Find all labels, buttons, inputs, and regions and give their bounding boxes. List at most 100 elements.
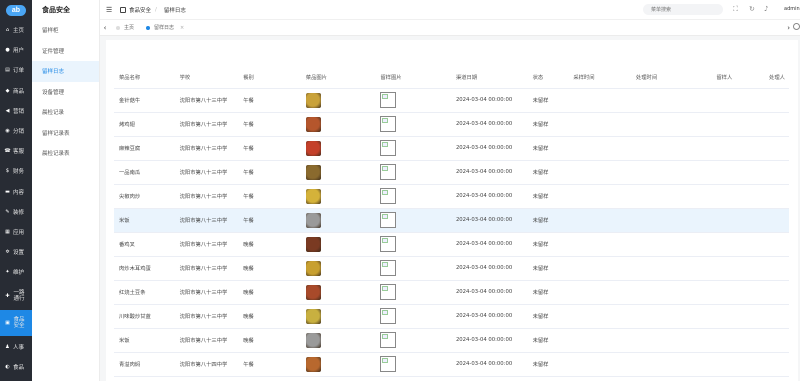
menu-search-input[interactable] — [643, 4, 723, 15]
tab-home[interactable]: 主页 — [110, 23, 140, 33]
nav-item-finance[interactable]: $ 财务 — [0, 161, 32, 181]
nav-item-apps[interactable]: ▦ 应用 — [0, 222, 32, 242]
status-cell: 未留样 — [527, 208, 569, 233]
dish-name-cell: 米饭 — [114, 328, 175, 353]
dish-thumbnail[interactable] — [305, 212, 321, 228]
subnav-item-morning-check[interactable]: 晨检记录 — [32, 102, 99, 123]
table-row[interactable]: 番鸡叉 沈阳市第八十三中学 晚餐 2024-03-04 00:00:00 未留样 — [114, 232, 789, 257]
table-row[interactable]: 川味酸炒甘蓝 沈阳市第八十三中学 晚餐 2024-03-04 00:00:00 未留样 — [114, 304, 789, 329]
broken-image-icon[interactable] — [380, 356, 397, 372]
close-icon[interactable]: × — [180, 25, 184, 31]
table-row[interactable]: 金针菇牛 沈阳市第八十三中学 午餐 2024-03-04 00:00:00 未留样 — [114, 88, 789, 113]
table-row[interactable]: 米饭 沈阳市第八十三中学 晚餐 2024-03-04 00:00:00 未留样 — [114, 328, 789, 353]
table-row[interactable]: 烤鸡翅 沈阳市第八十三中学 午餐 2024-03-04 00:00:00 未留样 — [114, 112, 789, 137]
dish-thumbnail[interactable] — [305, 140, 321, 156]
sample-image-cell — [375, 112, 451, 137]
tab-scroll-left-icon[interactable]: ‹ — [100, 24, 110, 32]
meal-cell: 晚餐 — [238, 256, 301, 281]
table-row[interactable]: 麻辣豆腐 沈阳市第八十三中学 午餐 2024-03-04 00:00:00 未留样 — [114, 136, 789, 161]
refresh-icon[interactable]: ↻ — [749, 5, 755, 13]
subnav-item-sample-log[interactable]: 留样日志 — [32, 61, 99, 82]
nav-item-food-safety[interactable]: ▣ 食品安全 — [0, 310, 32, 337]
nav-item-distribution[interactable]: ◉ 分销 — [0, 121, 32, 141]
dish-thumbnail[interactable] — [305, 284, 321, 300]
nav-item-food[interactable]: ◐ 食品 — [0, 357, 32, 377]
tab-label: 主页 — [124, 25, 135, 31]
process-time-cell — [630, 304, 712, 329]
dish-thumbnail[interactable] — [305, 356, 321, 372]
nav-item-home[interactable]: ⌂ 主页 — [0, 20, 32, 40]
logo[interactable]: ab — [0, 0, 32, 20]
nav-item-content[interactable]: ▬ 内容 — [0, 182, 32, 202]
broken-image-icon[interactable] — [380, 188, 397, 204]
broken-image-icon[interactable] — [380, 164, 397, 180]
broken-image-icon[interactable] — [380, 116, 397, 132]
table-row[interactable]: 尖椒肉炒 沈阳市第八十三中学 午餐 2024-03-04 00:00:00 未留样 — [114, 184, 789, 209]
nav-item-settings[interactable]: ✲ 设置 — [0, 242, 32, 262]
subnav-item-morning-check-records[interactable]: 晨检记录表 — [32, 143, 99, 164]
nav-item-hr[interactable]: ♟ 人事 — [0, 336, 32, 356]
dish-thumbnail[interactable] — [305, 260, 321, 276]
table-row[interactable]: 米饭 沈阳市第八十三中学 午餐 2024-03-04 00:00:00 未留样 — [114, 208, 789, 233]
sampler-cell — [711, 112, 765, 137]
nav-item-marketing[interactable]: ◀ 营销 — [0, 101, 32, 121]
content-area: 菜品名称 学校 餐别 菜品图片 留样图片 渠道日期 状态 采样时间 处理时间 留样人 处理人 金针菇… — [100, 36, 800, 381]
broken-image-icon[interactable] — [380, 140, 397, 156]
breadcrumb-item[interactable]: 食品安全 — [129, 6, 151, 14]
fullscreen-icon[interactable]: ⛶ — [733, 5, 738, 14]
bell-icon[interactable]: ♪ — [764, 5, 768, 13]
date-cell: 2024-03-04 00:00:00 — [450, 136, 528, 161]
subnav-item-certificates[interactable]: 证件管理 — [32, 41, 99, 62]
date-cell: 2024-03-04 00:00:00 — [450, 328, 528, 353]
dish-thumbnail[interactable] — [305, 188, 321, 204]
broken-image-icon[interactable] — [380, 260, 397, 276]
broken-image-icon[interactable] — [380, 284, 397, 300]
broken-image-icon[interactable] — [380, 212, 397, 228]
dish-thumbnail[interactable] — [305, 116, 321, 132]
broken-image-icon[interactable] — [380, 332, 397, 348]
dish-image-cell — [300, 328, 376, 353]
nav-item-order[interactable]: ▤ 订单 — [0, 60, 32, 80]
sample-log-table: 菜品名称 学校 餐别 菜品图片 留样图片 渠道日期 状态 采样时间 处理时间 留样人 处理人 金针菇… — [114, 66, 789, 377]
nav-item-goods[interactable]: ◆ 商品 — [0, 81, 32, 101]
menu-toggle-icon[interactable]: ☰ — [106, 6, 114, 14]
nav-item-route[interactable]: ✚ 一路通行 — [0, 282, 32, 310]
table-header-row: 菜品名称 学校 餐别 菜品图片 留样图片 渠道日期 状态 采样时间 处理时间 留样人 处理人 — [114, 66, 789, 89]
table-row[interactable]: 肉炒木耳鸡蛋 沈阳市第八十三中学 晚餐 2024-03-04 00:00:00 未留样 — [114, 256, 789, 281]
subnav-item-sample-cabinet[interactable]: 留样柜 — [32, 20, 99, 41]
meal-cell: 午餐 — [238, 112, 301, 137]
meal-cell: 午餐 — [238, 160, 301, 185]
nav-item-decorate[interactable]: ✎ 装修 — [0, 202, 32, 222]
subnav-item-devices[interactable]: 设备管理 — [32, 82, 99, 103]
breadcrumb-item: 留样日志 — [163, 7, 186, 14]
tab-sample-log[interactable]: 留样日志 × — [140, 23, 190, 33]
processor-cell — [764, 352, 789, 377]
dish-thumbnail[interactable] — [305, 92, 321, 108]
table-row[interactable]: 青溢肉焖 沈阳市第八十四中学 午餐 2024-03-04 00:00:00 未留样 — [114, 352, 789, 377]
nav-item-user[interactable]: ● 用户 — [0, 40, 32, 60]
dish-name-cell: 番鸡叉 — [114, 232, 175, 257]
dish-thumbnail[interactable] — [305, 164, 321, 180]
tab-scroll-right-icon[interactable]: › — [787, 24, 790, 32]
user-name[interactable]: admin — [784, 6, 800, 12]
tab-settings-icon[interactable] — [793, 23, 800, 30]
nav-label: 订单 — [13, 68, 25, 75]
nav-item-service[interactable]: ☎ 客服 — [0, 141, 32, 161]
broken-image-icon[interactable] — [380, 308, 397, 324]
subnav-item-sample-records[interactable]: 留样记录表 — [32, 123, 99, 144]
process-time-cell — [630, 112, 712, 137]
meal-cell: 晚餐 — [238, 328, 301, 353]
column-header: 菜品名称 — [114, 66, 175, 89]
table-row[interactable]: 红烧土豆条 沈阳市第八十三中学 晚餐 2024-03-04 00:00:00 未留样 — [114, 280, 789, 305]
nav-item-maintain[interactable]: ✦ 维护 — [0, 262, 32, 282]
dish-thumbnail[interactable] — [305, 332, 321, 348]
broken-image-icon[interactable] — [380, 236, 397, 252]
meal-cell: 午餐 — [238, 352, 301, 377]
date-cell: 2024-03-04 00:00:00 — [450, 352, 528, 377]
dish-thumbnail[interactable] — [305, 236, 321, 252]
food-icon: ◐ — [5, 363, 10, 370]
dish-thumbnail[interactable] — [305, 308, 321, 324]
broken-image-icon[interactable] — [380, 92, 397, 108]
column-header: 留样人 — [711, 66, 765, 89]
table-row[interactable]: 一品南瓜 沈阳市第八十三中学 午餐 2024-03-04 00:00:00 未留样 — [114, 160, 789, 185]
